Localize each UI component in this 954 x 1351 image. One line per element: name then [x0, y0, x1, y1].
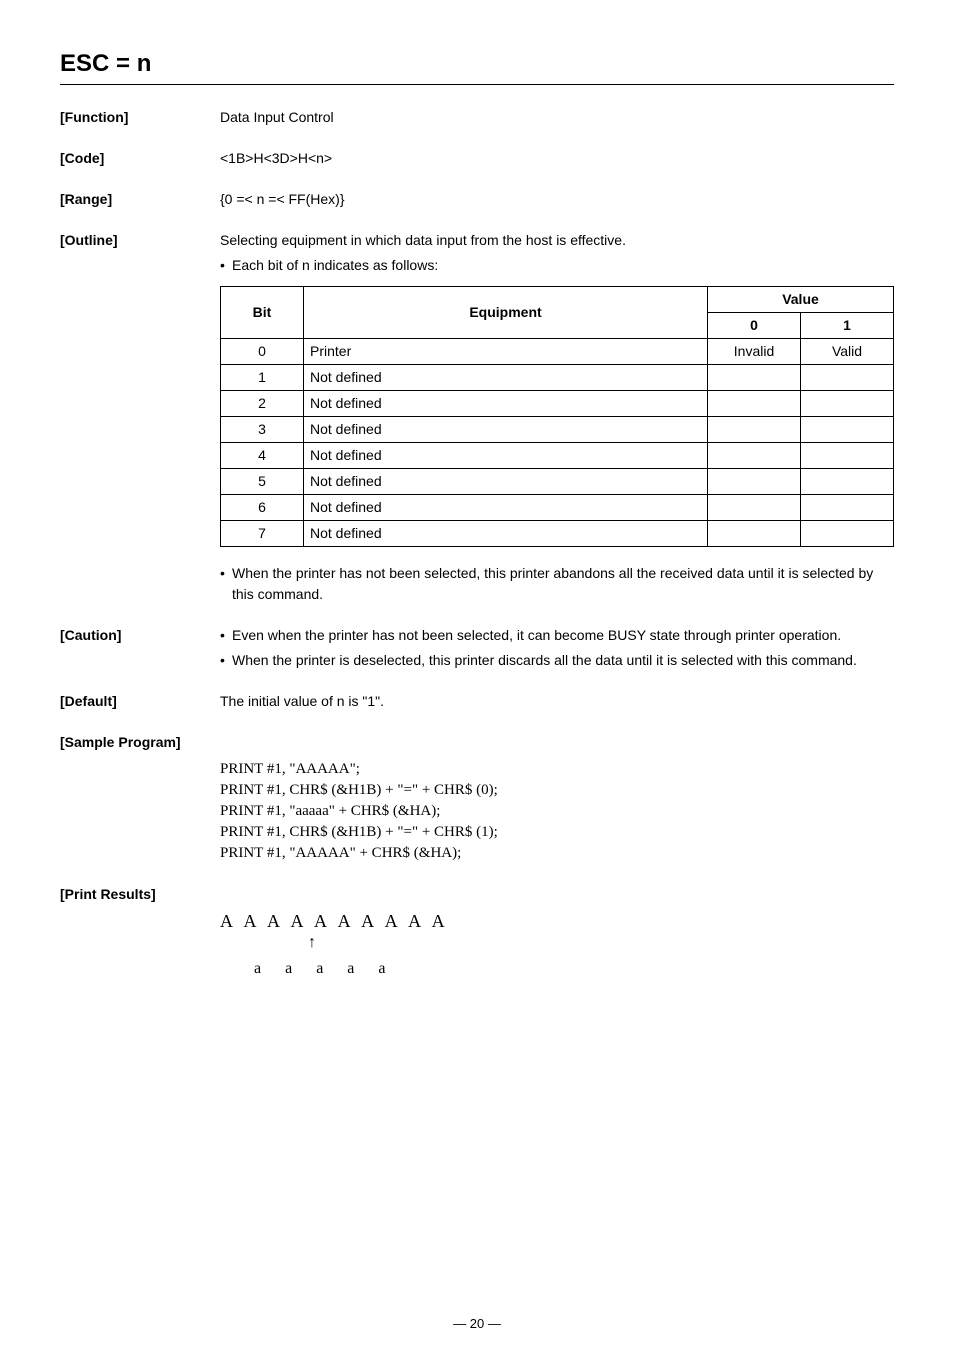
table-row: 7Not defined: [221, 521, 894, 547]
results-line-lower: a a a a a: [254, 957, 894, 981]
table-row: 2Not defined: [221, 391, 894, 417]
arrow-up-icon: ↑: [308, 931, 316, 955]
function-text: Data Input Control: [220, 107, 894, 128]
sample-line: PRINT #1, CHR$ (&H1B) + "=" + CHR$ (1);: [220, 822, 894, 843]
table-row: 5Not defined: [221, 469, 894, 495]
caution-bullet-1: Even when the printer has not been selec…: [220, 625, 894, 646]
sample-row: [Sample Program]: [60, 732, 894, 753]
caution-label: [Caution]: [60, 625, 220, 671]
table-row: 6Not defined: [221, 495, 894, 521]
title-rule: [60, 84, 894, 85]
results-label: [Print Results]: [60, 884, 220, 905]
code-text: <1B>H<3D>H<n>: [220, 148, 894, 169]
equipment-table: Bit Equipment Value 0 1 0PrinterInvalidV…: [220, 286, 894, 547]
page-title: ESC = n: [60, 50, 894, 78]
default-text: The initial value of n is "1".: [220, 691, 894, 712]
table-row: 3Not defined: [221, 417, 894, 443]
sample-label: [Sample Program]: [60, 732, 220, 753]
outline-bullet: Each bit of n indicates as follows:: [220, 255, 894, 276]
results-block: A A A A A A A A A A ↑ a a a a a: [60, 911, 894, 981]
default-label: [Default]: [60, 691, 220, 712]
outline-label: [Outline]: [60, 230, 220, 605]
sample-line: PRINT #1, "AAAAA" + CHR$ (&HA);: [220, 843, 894, 864]
sample-code-block: PRINT #1, "AAAAA"; PRINT #1, CHR$ (&H1B)…: [60, 759, 894, 864]
results-line-upper: A A A A A A A A A A: [220, 911, 894, 933]
th-equipment: Equipment: [304, 287, 708, 339]
outline-row: [Outline] Selecting equipment in which d…: [60, 230, 894, 605]
table-row: 4Not defined: [221, 443, 894, 469]
outline-text: Selecting equipment in which data input …: [220, 230, 894, 251]
th-value: Value: [708, 287, 894, 313]
range-row: [Range] {0 =< n =< FF(Hex)}: [60, 189, 894, 210]
th-bit: Bit: [221, 287, 304, 339]
post-table-bullet: When the printer has not been selected, …: [220, 563, 894, 605]
th-1: 1: [801, 313, 894, 339]
code-label: [Code]: [60, 148, 220, 169]
code-row: [Code] <1B>H<3D>H<n>: [60, 148, 894, 169]
table-row: 0PrinterInvalidValid: [221, 339, 894, 365]
table-row: 1Not defined: [221, 365, 894, 391]
page-number: — 20 —: [0, 1316, 954, 1331]
caution-row: [Caution] Even when the printer has not …: [60, 625, 894, 671]
caution-bullet-2: When the printer is deselected, this pri…: [220, 650, 894, 671]
sample-line: PRINT #1, "AAAAA";: [220, 759, 894, 780]
function-label: [Function]: [60, 107, 220, 128]
default-row: [Default] The initial value of n is "1".: [60, 691, 894, 712]
range-label: [Range]: [60, 189, 220, 210]
function-row: [Function] Data Input Control: [60, 107, 894, 128]
th-0: 0: [708, 313, 801, 339]
range-text: {0 =< n =< FF(Hex)}: [220, 189, 894, 210]
sample-line: PRINT #1, "aaaaa" + CHR$ (&HA);: [220, 801, 894, 822]
results-arrow: ↑: [308, 933, 894, 957]
results-row: [Print Results]: [60, 884, 894, 905]
sample-line: PRINT #1, CHR$ (&H1B) + "=" + CHR$ (0);: [220, 780, 894, 801]
